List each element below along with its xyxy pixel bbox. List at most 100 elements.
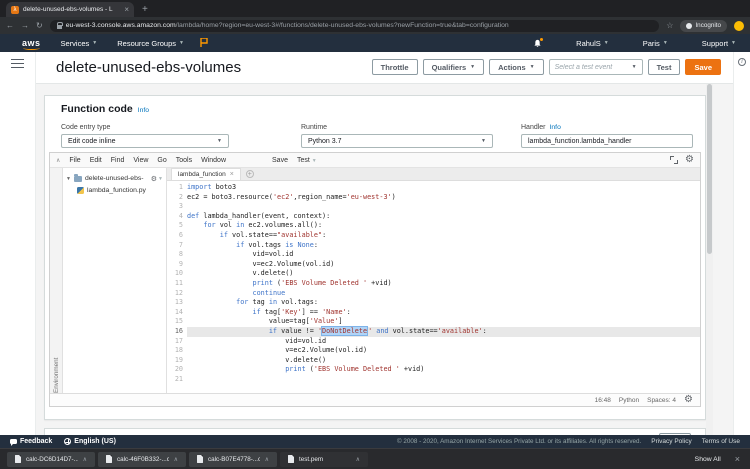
scrollbar-thumb[interactable] (707, 84, 712, 254)
file-icon (197, 455, 203, 463)
reload-icon[interactable]: ↻ (36, 22, 43, 30)
test-button[interactable]: Test (648, 59, 681, 75)
aws-logo[interactable]: aws (22, 38, 41, 48)
nav-region-menu[interactable]: Paris▼ (643, 39, 668, 48)
fullscreen-icon[interactable] (670, 156, 678, 164)
new-tab-button[interactable]: + (142, 4, 148, 15)
function-code-heading: Function code Info (61, 103, 149, 115)
download-item[interactable]: calc-DC6D14D7-...csv ∧ (7, 452, 95, 467)
language-mode[interactable]: Python (619, 397, 639, 404)
handler-input[interactable]: lambda_function.lambda_handler (521, 134, 693, 148)
download-menu-icon[interactable]: ∧ (174, 456, 178, 463)
nav-services[interactable]: Services▼ (61, 39, 98, 48)
environment-tab-strip[interactable]: Environment (50, 168, 63, 393)
collapse-menubar-icon[interactable]: ∧ (56, 157, 60, 164)
terms-of-use-link[interactable]: Terms of Use (702, 438, 740, 445)
tree-settings-gear-icon[interactable]: ⚙▼ (151, 174, 163, 184)
download-menu-icon[interactable]: ∧ (265, 456, 269, 463)
padlock-icon (57, 25, 62, 29)
browser-tab-title: delete-unused-ebs-volumes - L (23, 6, 120, 13)
browser-avatar[interactable] (734, 21, 744, 31)
file-icon (106, 455, 112, 463)
code-entry-type-select[interactable]: Edit code inline▼ (61, 134, 229, 148)
show-all-downloads-link[interactable]: Show All (695, 456, 721, 463)
downloads-bar: calc-DC6D14D7-...csv ∧ calc-46F0B332-...… (0, 448, 750, 469)
screen: λ delete-unused-ebs-volumes - L × + ← → … (0, 0, 750, 469)
environment-variables-card: Environment variables (0) Edit (44, 428, 706, 435)
code-editor-content[interactable]: 123456789101112131415161718192021 import… (167, 181, 700, 393)
help-info-icon[interactable]: i (738, 58, 746, 66)
code-lines[interactable]: import boto3ec2 = boto3.resource('ec2',r… (187, 183, 700, 393)
tab-close-icon[interactable]: × (124, 6, 129, 14)
url-text: eu-west-3.console.aws.amazon.com/lambda/… (66, 22, 509, 29)
download-menu-icon[interactable]: ∧ (356, 456, 360, 463)
code-editor: ∧ File Edit Find View Go Tools Window Sa… (49, 152, 701, 407)
test-event-select[interactable]: Select a test event▼ (549, 59, 643, 75)
nav-account-menu[interactable]: RahulS▼ (576, 39, 609, 48)
throttle-button[interactable]: Throttle (372, 59, 418, 75)
aws-navbar: aws Services▼ Resource Groups▼ RahulS▼ P… (0, 34, 750, 52)
nav-resource-groups[interactable]: Resource Groups▼ (117, 39, 184, 48)
file-icon (288, 455, 294, 463)
menu-file[interactable]: File (69, 157, 80, 164)
tree-folder-row[interactable]: ▼ delete-unused-ebs- ⚙▼ (63, 172, 166, 185)
menu-tools[interactable]: Tools (176, 157, 192, 164)
console-content: delete-unused-ebs-volumes Throttle Quali… (0, 52, 750, 435)
forward-icon[interactable]: → (21, 22, 29, 30)
folder-icon (74, 176, 82, 182)
qualifiers-button[interactable]: Qualifiers▼ (423, 59, 485, 75)
menu-find[interactable]: Find (111, 157, 125, 164)
address-bar[interactable]: eu-west-3.console.aws.amazon.com/lambda/… (50, 20, 660, 32)
python-file-icon (77, 187, 84, 194)
editor-settings-gear-icon[interactable]: ⚙ (685, 155, 694, 165)
menu-view[interactable]: View (133, 157, 148, 164)
editor-test-menu[interactable]: Test ▼ (297, 157, 317, 164)
aws-footer: Feedback English (US) © 2008 - 2020, Ama… (0, 435, 750, 448)
save-button[interactable]: Save (685, 59, 721, 75)
editor-new-tab-icon[interactable]: + (246, 170, 254, 178)
code-entry-type-field: Code entry type Edit code inline▼ (61, 124, 229, 148)
back-icon[interactable]: ← (6, 22, 14, 30)
page-scrollbar[interactable] (706, 84, 713, 435)
globe-icon (64, 438, 71, 445)
language-button[interactable]: English (US) (64, 438, 116, 445)
hamburger-menu-icon[interactable] (11, 59, 24, 68)
editor-menubar: ∧ File Edit Find View Go Tools Window Sa… (50, 153, 700, 168)
download-item[interactable]: test.pem ∧ (280, 452, 368, 467)
handler-info-link[interactable]: Info (550, 124, 561, 131)
menu-window[interactable]: Window (201, 157, 226, 164)
status-gear-icon[interactable]: ⚙ (684, 395, 693, 405)
nav-support-menu[interactable]: Support▼ (702, 39, 736, 48)
spaces-setting[interactable]: Spaces: 4 (647, 397, 676, 404)
file-icon (15, 455, 21, 463)
right-rail: i (733, 52, 750, 435)
pin-flag-icon[interactable] (200, 38, 208, 49)
folder-expand-icon[interactable]: ▼ (66, 176, 71, 182)
cursor-position[interactable]: 16:48 (595, 397, 611, 404)
function-code-info-link[interactable]: Info (138, 107, 149, 114)
menu-go[interactable]: Go (157, 157, 166, 164)
header-actions: Throttle Qualifiers▼ Actions▼ Select a t… (372, 59, 721, 75)
close-downloads-bar-icon[interactable]: × (735, 454, 740, 464)
privacy-policy-link[interactable]: Privacy Policy (651, 438, 691, 445)
handler-label: HandlerInfo (521, 124, 693, 131)
actions-button[interactable]: Actions▼ (489, 59, 543, 75)
menu-edit[interactable]: Edit (90, 157, 102, 164)
browser-tab[interactable]: λ delete-unused-ebs-volumes - L × (6, 2, 134, 17)
download-menu-icon[interactable]: ∧ (83, 456, 87, 463)
notifications-bell-icon[interactable] (533, 39, 542, 48)
browser-tab-strip: λ delete-unused-ebs-volumes - L × + (0, 0, 750, 17)
tree-file-row[interactable]: lambda_function.py (63, 185, 166, 195)
incognito-icon (686, 23, 692, 29)
editor-tab-close-icon[interactable]: × (230, 171, 234, 179)
editor-status-bar: 16:48 Python Spaces: 4 ⚙ (50, 393, 700, 406)
download-item[interactable]: calc-46F0B332-...csv ∧ (98, 452, 186, 467)
page-title: delete-unused-ebs-volumes (56, 59, 241, 76)
feedback-button[interactable]: Feedback (10, 438, 52, 445)
editor-save-menu[interactable]: Save (272, 157, 288, 164)
runtime-select[interactable]: Python 3.7▼ (301, 134, 493, 148)
bookmark-star-icon[interactable]: ☆ (666, 21, 673, 30)
download-item[interactable]: calc-B07E4778-...csv ∧ (189, 452, 277, 467)
left-rail (0, 52, 36, 435)
editor-tab-lambda-function[interactable]: lambda_function × (171, 168, 241, 180)
